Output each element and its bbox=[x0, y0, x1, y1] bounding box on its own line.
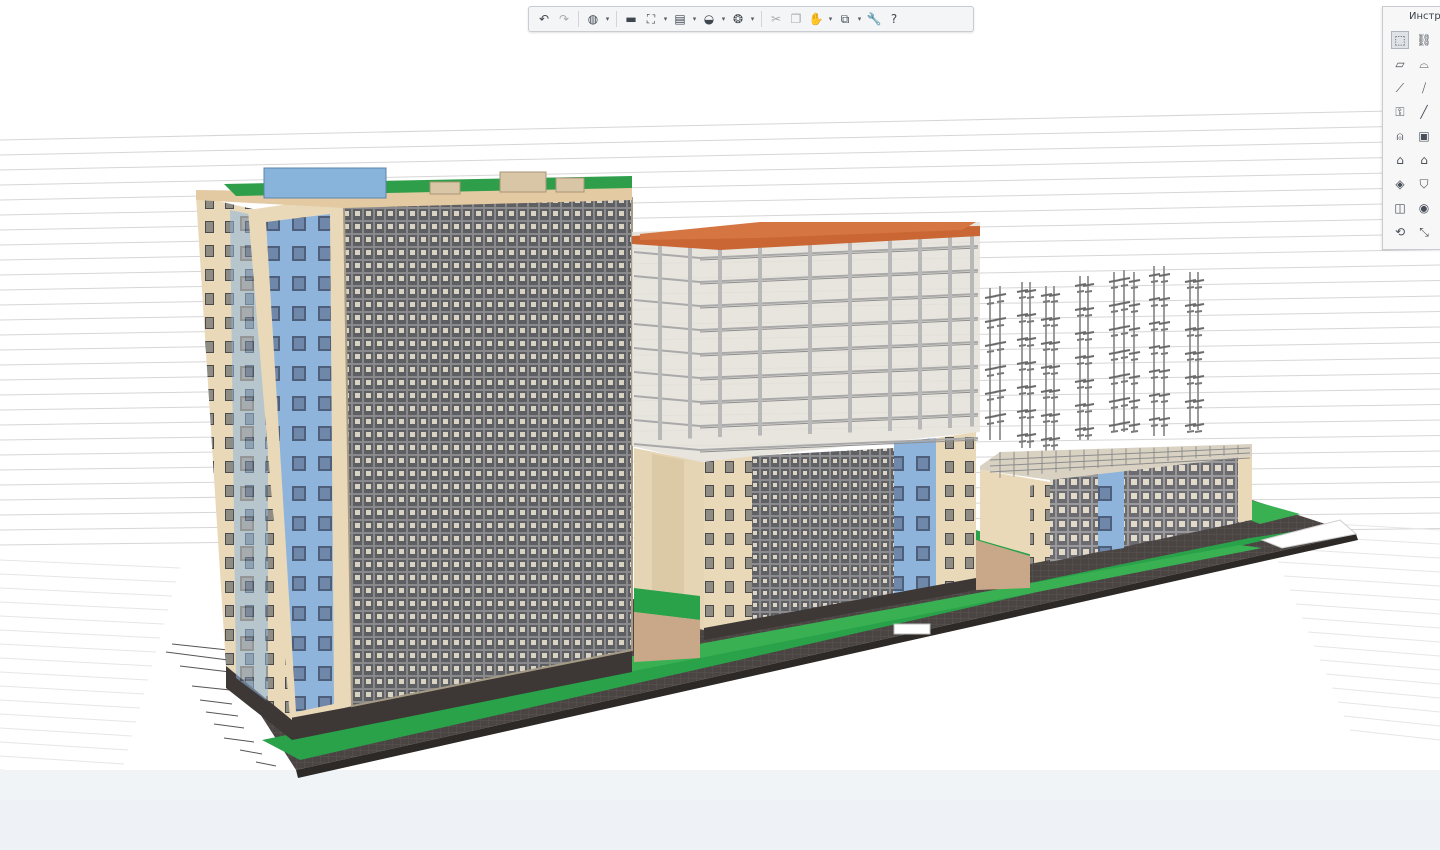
toolbar-separator bbox=[761, 11, 762, 27]
rooftop-box-1 bbox=[429, 181, 461, 195]
render-style-button[interactable]: ❂ bbox=[729, 10, 747, 28]
object-tool[interactable]: ◈ bbox=[1391, 175, 1409, 193]
layers-dropdown[interactable]: ▾ bbox=[691, 15, 698, 23]
link-icon: ⛓ bbox=[1416, 33, 1432, 47]
roof-tool[interactable]: ⌓ bbox=[1415, 55, 1433, 73]
dimension-icon: ⟲ bbox=[1394, 225, 1406, 239]
visibility-button[interactable]: ◒ bbox=[700, 10, 718, 28]
redo-icon: ↷ bbox=[558, 12, 570, 26]
mid-lower-front-beige bbox=[704, 456, 752, 630]
help-icon: ? bbox=[890, 12, 898, 26]
line-tool[interactable]: ╱ bbox=[1415, 103, 1433, 121]
copy-button[interactable]: ❐ bbox=[787, 10, 805, 28]
section-box-button[interactable]: ▬ bbox=[622, 10, 640, 28]
low-front-blue bbox=[1098, 470, 1124, 552]
cube-icon: ⧉ bbox=[840, 12, 850, 26]
lamp-icon: ◉ bbox=[1418, 201, 1430, 215]
mid-lower-front-right bbox=[936, 432, 976, 588]
layers-icon: ▤ bbox=[674, 12, 686, 26]
dimension-tool[interactable]: ⟲ bbox=[1391, 223, 1409, 241]
toolbar-separator bbox=[616, 11, 617, 27]
zone-tool[interactable]: ⌂ bbox=[1391, 151, 1409, 169]
rooftop-box-3 bbox=[555, 177, 585, 193]
opening-icon: ◫ bbox=[1394, 201, 1406, 215]
3d-viewport[interactable]: ↶↷◍▾▬⛶▾▤▾◒▾❂▾✂❐✋▾⧉▾🔧? Инстру ⬚⛓▱⌓⟋⧸⚿╱⍝▣⌂… bbox=[0, 0, 1440, 850]
hand-icon: ✋ bbox=[808, 12, 824, 26]
building-model-scene[interactable] bbox=[0, 0, 1440, 850]
roof-icon: ⌓ bbox=[1419, 56, 1429, 71]
stair-icon: ⚿ bbox=[1395, 104, 1405, 119]
entry-marker bbox=[893, 623, 931, 635]
view-3d-button[interactable]: ◍ bbox=[584, 10, 602, 28]
window-icon: ▣ bbox=[1418, 129, 1430, 143]
mid-structure-floors bbox=[632, 222, 980, 462]
view-3d-dropdown[interactable]: ▾ bbox=[604, 15, 611, 23]
layers-button[interactable]: ▤ bbox=[671, 10, 689, 28]
tower-rooftop-unit bbox=[263, 167, 387, 199]
rooftop-box-2 bbox=[499, 171, 547, 193]
frame-button[interactable]: ⛶ bbox=[642, 10, 660, 28]
mid-lower-front-blue bbox=[894, 438, 936, 594]
column-tool[interactable]: ⧸ bbox=[1415, 79, 1433, 97]
tools-panel-title: Инстру bbox=[1409, 11, 1440, 22]
window-tool[interactable]: ▣ bbox=[1415, 127, 1433, 145]
column-icon: ⧸ bbox=[1421, 80, 1427, 95]
mid-annex bbox=[634, 612, 700, 662]
select-tool[interactable]: ⬚ bbox=[1391, 31, 1409, 49]
settings-button[interactable]: 🔧 bbox=[865, 10, 883, 28]
link-tool[interactable]: ⛓ bbox=[1415, 31, 1433, 49]
pan-dropdown[interactable]: ▾ bbox=[827, 15, 834, 23]
beam-tool[interactable]: ⟋ bbox=[1391, 79, 1409, 97]
object-icon: ◈ bbox=[1395, 177, 1405, 191]
pan-button[interactable]: ✋ bbox=[807, 10, 825, 28]
tower-building bbox=[196, 167, 633, 740]
zone-icon: ⌂ bbox=[1396, 153, 1404, 167]
box-section-icon: ▬ bbox=[625, 12, 637, 26]
copy-icon: ❐ bbox=[790, 12, 802, 26]
scissors-icon: ✂ bbox=[770, 12, 782, 26]
floor-plane-front bbox=[0, 800, 1440, 850]
cut-button[interactable]: ✂ bbox=[767, 10, 785, 28]
tools-panel: Инстру ⬚ ⛓ ▱ ⌓ ⟋ ⧸ ⚿ ╱ ⍝ ▣ ⌂ ⌂ ◈ ⛉ ◫ ◉ ⟲ ⤡ bbox=[1382, 6, 1440, 250]
tower-curtain-wall bbox=[344, 198, 632, 706]
opening-tool[interactable]: ◫ bbox=[1391, 199, 1409, 217]
cube-dropdown[interactable]: ▾ bbox=[856, 15, 863, 23]
frame-dropdown[interactable]: ▾ bbox=[662, 15, 669, 23]
shield-icon: ⛉ bbox=[1419, 176, 1429, 191]
visibility-dropdown[interactable]: ▾ bbox=[720, 15, 727, 23]
stair-tool[interactable]: ⚿ bbox=[1391, 103, 1409, 121]
slab-icon: ▱ bbox=[1395, 57, 1405, 71]
door-icon: ⍝ bbox=[1396, 128, 1404, 143]
frame-icon: ⛶ bbox=[646, 12, 656, 26]
help-button[interactable]: ? bbox=[885, 10, 903, 28]
low-front-right bbox=[1238, 452, 1252, 522]
redo-button[interactable]: ↷ bbox=[555, 10, 573, 28]
pointer-icon: ⬚ bbox=[1394, 33, 1406, 47]
low-front-beige bbox=[1030, 482, 1050, 564]
cube-button[interactable]: ⧉ bbox=[836, 10, 854, 28]
lamp-tool[interactable]: ◉ bbox=[1415, 199, 1433, 217]
render-style-dropdown[interactable]: ▾ bbox=[749, 15, 756, 23]
globe-view-icon: ◍ bbox=[587, 12, 599, 26]
render-style-icon: ❂ bbox=[732, 12, 744, 26]
eye-icon: ◒ bbox=[703, 12, 715, 26]
mid-building bbox=[632, 222, 980, 662]
toolbar-separator bbox=[578, 11, 579, 27]
house-icon: ⌂ bbox=[1420, 153, 1428, 167]
house-tool[interactable]: ⌂ bbox=[1415, 151, 1433, 169]
measure-icon: ⤡ bbox=[1419, 224, 1429, 239]
view-toolbar: ↶ ↷ ◍ ▾ ▬ ⛶ ▾ ▤ ▾ ◒ ▾ ❂ ▾ ✂ ❐ ✋ ▾ ⧉ ▾ 🔧? bbox=[528, 6, 974, 32]
measure-tool[interactable]: ⤡ bbox=[1415, 223, 1433, 241]
undo-icon: ↶ bbox=[538, 12, 550, 26]
shield-tool[interactable]: ⛉ bbox=[1415, 175, 1433, 193]
line-icon: ╱ bbox=[1420, 105, 1428, 119]
slab-tool[interactable]: ▱ bbox=[1391, 55, 1409, 73]
door-tool[interactable]: ⍝ bbox=[1391, 127, 1409, 145]
wrench-icon: 🔧 bbox=[866, 12, 882, 26]
undo-button[interactable]: ↶ bbox=[535, 10, 553, 28]
beam-icon: ⟋ bbox=[1395, 80, 1405, 95]
